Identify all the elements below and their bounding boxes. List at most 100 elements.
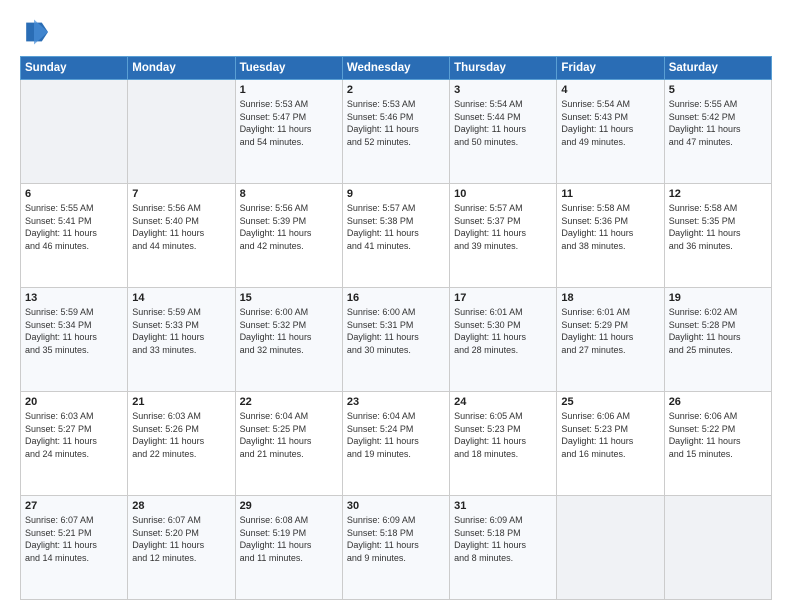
calendar-cell: 1Sunrise: 5:53 AMSunset: 5:47 PMDaylight…: [235, 80, 342, 184]
cell-details: Sunrise: 6:06 AMSunset: 5:22 PMDaylight:…: [669, 410, 767, 460]
day-number: 20: [25, 396, 123, 408]
logo-icon: [20, 18, 48, 46]
day-number: 11: [561, 188, 659, 200]
day-number: 18: [561, 292, 659, 304]
cell-details: Sunrise: 5:57 AMSunset: 5:38 PMDaylight:…: [347, 202, 445, 252]
calendar-cell: 31Sunrise: 6:09 AMSunset: 5:18 PMDayligh…: [450, 496, 557, 600]
calendar-cell: 22 Sunrise: 6:04 AMSunset: 5:25 PMDayligh…: [235, 392, 342, 496]
calendar-cell: 30 Sunrise: 6:09 AMSunset: 5:18 PMDayligh…: [342, 496, 449, 600]
cell-details: Sunrise: 5:59 AMSunset: 5:33 PMDaylight:…: [132, 306, 230, 356]
cell-details: Sunrise: 6:01 AMSunset: 5:29 PMDaylight:…: [561, 306, 659, 356]
cell-details: Sunrise: 6:02 AMSunset: 5:28 PMDaylight:…: [669, 306, 767, 356]
calendar-cell: 10 Sunrise: 5:57 AMSunset: 5:37 PMDayligh…: [450, 184, 557, 288]
calendar-cell: 6Sunrise: 5:55 AMSunset: 5:41 PMDaylight…: [21, 184, 128, 288]
day-number: 19: [669, 292, 767, 304]
cell-details: Sunrise: 6:01 AMSunset: 5:30 PMDaylight:…: [454, 306, 552, 356]
weekday-saturday: Saturday: [664, 57, 771, 80]
page: SundayMondayTuesdayWednesdayThursdayFrid…: [0, 0, 792, 612]
cell-details: Sunrise: 5:53 AMSunset: 5:46 PMDaylight:…: [347, 98, 445, 148]
cell-details: Sunrise: 6:08 AMSunset: 5:19 PMDaylight:…: [240, 514, 338, 564]
cell-details: Sunrise: 6:06 AMSunset: 5:23 PMDaylight:…: [561, 410, 659, 460]
day-number: 29: [240, 500, 338, 512]
day-number: 2: [347, 84, 445, 96]
cell-details: Sunrise: 6:09 AMSunset: 5:18 PMDaylight:…: [347, 514, 445, 564]
day-number: 1: [240, 84, 338, 96]
calendar-cell: 13 Sunrise: 5:59 AMSunset: 5:34 PMDayligh…: [21, 288, 128, 392]
cell-details: Sunrise: 5:56 AMSunset: 5:39 PMDaylight:…: [240, 202, 338, 252]
calendar-cell: 16 Sunrise: 6:00 AMSunset: 5:31 PMDayligh…: [342, 288, 449, 392]
calendar-table: SundayMondayTuesdayWednesdayThursdayFrid…: [20, 56, 772, 600]
calendar-cell: [21, 80, 128, 184]
calendar-cell: 20 Sunrise: 6:03 AMSunset: 5:27 PMDayligh…: [21, 392, 128, 496]
weekday-sunday: Sunday: [21, 57, 128, 80]
cell-details: Sunrise: 5:56 AMSunset: 5:40 PMDaylight:…: [132, 202, 230, 252]
calendar-cell: [557, 496, 664, 600]
calendar-week-3: 13 Sunrise: 5:59 AMSunset: 5:34 PMDayligh…: [21, 288, 772, 392]
weekday-row: SundayMondayTuesdayWednesdayThursdayFrid…: [21, 57, 772, 80]
calendar-cell: 23 Sunrise: 6:04 AMSunset: 5:24 PMDayligh…: [342, 392, 449, 496]
day-number: 16: [347, 292, 445, 304]
calendar-cell: 4Sunrise: 5:54 AMSunset: 5:43 PMDaylight…: [557, 80, 664, 184]
cell-details: Sunrise: 5:59 AMSunset: 5:34 PMDaylight:…: [25, 306, 123, 356]
calendar-cell: [128, 80, 235, 184]
logo: [20, 18, 54, 46]
calendar-cell: 17Sunrise: 6:01 AMSunset: 5:30 PMDayligh…: [450, 288, 557, 392]
calendar-cell: 3Sunrise: 5:54 AMSunset: 5:44 PMDaylight…: [450, 80, 557, 184]
weekday-monday: Monday: [128, 57, 235, 80]
cell-details: Sunrise: 6:07 AMSunset: 5:20 PMDaylight:…: [132, 514, 230, 564]
cell-details: Sunrise: 6:05 AMSunset: 5:23 PMDaylight:…: [454, 410, 552, 460]
cell-details: Sunrise: 5:55 AMSunset: 5:41 PMDaylight:…: [25, 202, 123, 252]
calendar-cell: 14 Sunrise: 5:59 AMSunset: 5:33 PMDayligh…: [128, 288, 235, 392]
day-number: 4: [561, 84, 659, 96]
day-number: 30: [347, 500, 445, 512]
day-number: 10: [454, 188, 552, 200]
day-number: 31: [454, 500, 552, 512]
calendar-cell: 28Sunrise: 6:07 AMSunset: 5:20 PMDayligh…: [128, 496, 235, 600]
day-number: 3: [454, 84, 552, 96]
calendar-cell: 9 Sunrise: 5:57 AMSunset: 5:38 PMDaylight…: [342, 184, 449, 288]
weekday-tuesday: Tuesday: [235, 57, 342, 80]
day-number: 25: [561, 396, 659, 408]
day-number: 9: [347, 188, 445, 200]
calendar-week-2: 6Sunrise: 5:55 AMSunset: 5:41 PMDaylight…: [21, 184, 772, 288]
cell-details: Sunrise: 6:00 AMSunset: 5:31 PMDaylight:…: [347, 306, 445, 356]
day-number: 12: [669, 188, 767, 200]
calendar-week-4: 20 Sunrise: 6:03 AMSunset: 5:27 PMDayligh…: [21, 392, 772, 496]
calendar-cell: 29 Sunrise: 6:08 AMSunset: 5:19 PMDayligh…: [235, 496, 342, 600]
calendar-cell: 8 Sunrise: 5:56 AMSunset: 5:39 PMDaylight…: [235, 184, 342, 288]
cell-details: Sunrise: 5:58 AMSunset: 5:36 PMDaylight:…: [561, 202, 659, 252]
day-number: 22: [240, 396, 338, 408]
calendar-cell: 11 Sunrise: 5:58 AMSunset: 5:36 PMDayligh…: [557, 184, 664, 288]
cell-details: Sunrise: 6:04 AMSunset: 5:24 PMDaylight:…: [347, 410, 445, 460]
calendar-week-5: 27 Sunrise: 6:07 AMSunset: 5:21 PMDayligh…: [21, 496, 772, 600]
cell-details: Sunrise: 6:03 AMSunset: 5:26 PMDaylight:…: [132, 410, 230, 460]
calendar-cell: 15Sunrise: 6:00 AMSunset: 5:32 PMDayligh…: [235, 288, 342, 392]
day-number: 5: [669, 84, 767, 96]
calendar-cell: 27 Sunrise: 6:07 AMSunset: 5:21 PMDayligh…: [21, 496, 128, 600]
day-number: 8: [240, 188, 338, 200]
cell-details: Sunrise: 6:03 AMSunset: 5:27 PMDaylight:…: [25, 410, 123, 460]
calendar-cell: 12 Sunrise: 5:58 AMSunset: 5:35 PMDayligh…: [664, 184, 771, 288]
calendar-cell: 2 Sunrise: 5:53 AMSunset: 5:46 PMDaylight…: [342, 80, 449, 184]
calendar-header: SundayMondayTuesdayWednesdayThursdayFrid…: [21, 57, 772, 80]
day-number: 24: [454, 396, 552, 408]
day-number: 27: [25, 500, 123, 512]
day-number: 13: [25, 292, 123, 304]
day-number: 21: [132, 396, 230, 408]
header: [20, 18, 772, 46]
calendar-cell: 26Sunrise: 6:06 AMSunset: 5:22 PMDayligh…: [664, 392, 771, 496]
calendar-cell: 18 Sunrise: 6:01 AMSunset: 5:29 PMDayligh…: [557, 288, 664, 392]
day-number: 15: [240, 292, 338, 304]
calendar-cell: 21 Sunrise: 6:03 AMSunset: 5:26 PMDayligh…: [128, 392, 235, 496]
cell-details: Sunrise: 5:55 AMSunset: 5:42 PMDaylight:…: [669, 98, 767, 148]
calendar-cell: 5 Sunrise: 5:55 AMSunset: 5:42 PMDaylight…: [664, 80, 771, 184]
calendar-body: 1Sunrise: 5:53 AMSunset: 5:47 PMDaylight…: [21, 80, 772, 600]
day-number: 14: [132, 292, 230, 304]
cell-details: Sunrise: 6:07 AMSunset: 5:21 PMDaylight:…: [25, 514, 123, 564]
day-number: 23: [347, 396, 445, 408]
cell-details: Sunrise: 6:04 AMSunset: 5:25 PMDaylight:…: [240, 410, 338, 460]
weekday-friday: Friday: [557, 57, 664, 80]
cell-details: Sunrise: 5:58 AMSunset: 5:35 PMDaylight:…: [669, 202, 767, 252]
cell-details: Sunrise: 5:57 AMSunset: 5:37 PMDaylight:…: [454, 202, 552, 252]
calendar-cell: 25 Sunrise: 6:06 AMSunset: 5:23 PMDayligh…: [557, 392, 664, 496]
